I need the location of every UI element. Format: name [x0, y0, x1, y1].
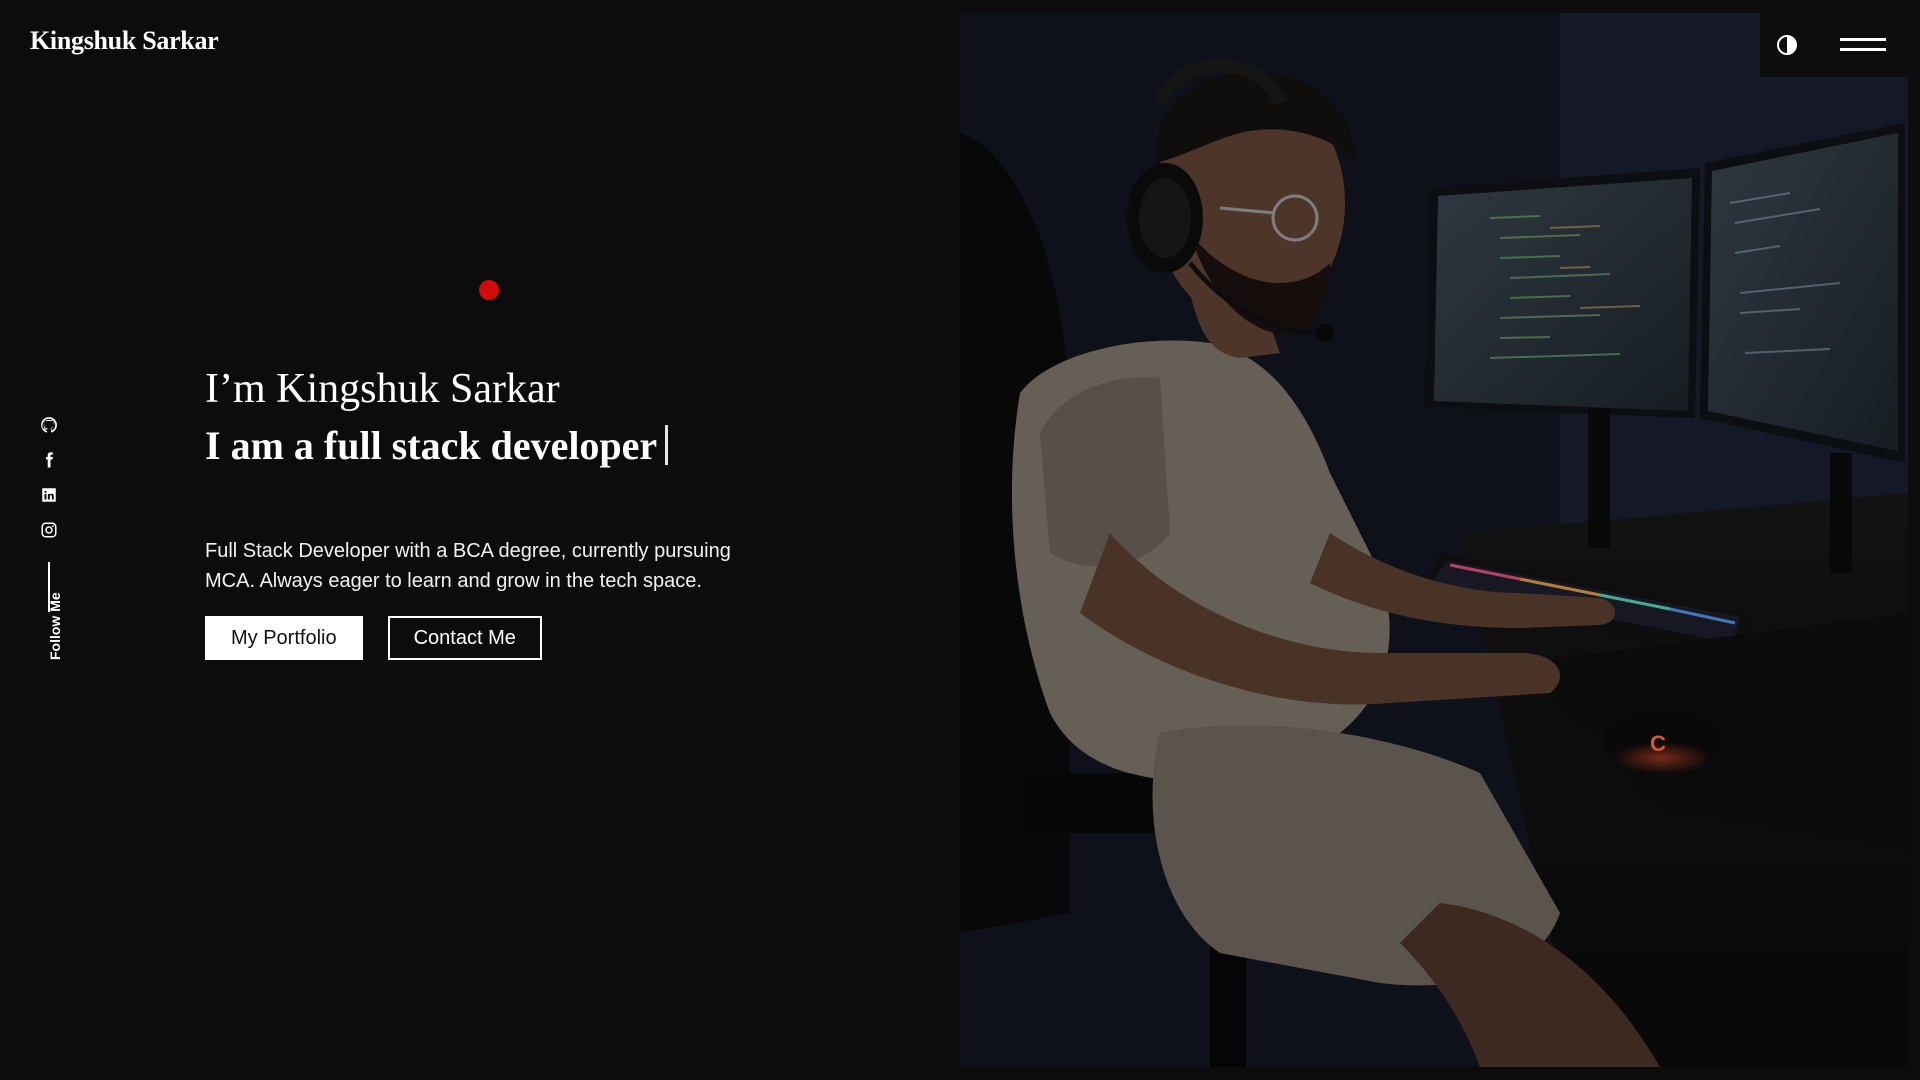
- facebook-icon[interactable]: [38, 449, 60, 471]
- hero-description: Full Stack Developer with a BCA degree, …: [205, 540, 731, 592]
- linkedin-icon[interactable]: [38, 484, 60, 506]
- page: Kingshuk Sarkar Follow Me I’m Kingshuk S…: [0, 0, 1920, 1080]
- social-links: [38, 414, 60, 612]
- hero-photo: C: [960, 13, 1908, 1067]
- hero-role-text: I am a full stack developer: [205, 423, 658, 468]
- hero-greeting: I’m Kingshuk Sarkar: [205, 366, 560, 412]
- hero-buttons: My Portfolio Contact Me: [205, 616, 805, 660]
- brand-logo[interactable]: Kingshuk Sarkar: [30, 26, 219, 56]
- github-icon[interactable]: [38, 414, 60, 436]
- my-portfolio-button[interactable]: My Portfolio: [205, 616, 363, 660]
- developer-photo-illustration: C: [960, 13, 1908, 1067]
- hero-section: I’m Kingshuk Sarkar I am a full stack de…: [205, 362, 805, 660]
- hero-role: I am a full stack developer: [205, 420, 805, 472]
- contrast-icon[interactable]: [1776, 34, 1798, 56]
- follow-me-label: Follow Me: [47, 592, 63, 660]
- typing-cursor: [665, 425, 669, 465]
- accent-dot: [479, 280, 499, 300]
- hamburger-icon[interactable]: [1840, 36, 1886, 56]
- instagram-icon[interactable]: [38, 519, 60, 541]
- contact-me-button[interactable]: Contact Me: [387, 616, 542, 660]
